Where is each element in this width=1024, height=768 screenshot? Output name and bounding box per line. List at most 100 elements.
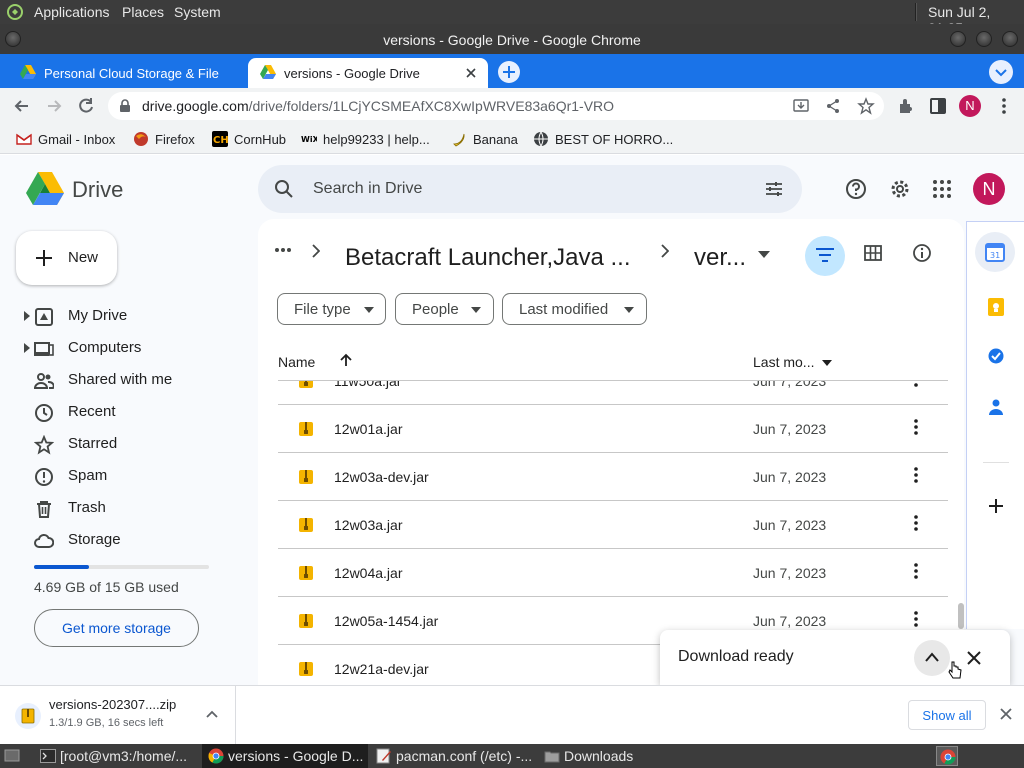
maximize-button[interactable] bbox=[976, 31, 992, 47]
name-column-header[interactable]: Name bbox=[278, 354, 315, 370]
lock-icon[interactable] bbox=[118, 99, 132, 113]
tasks-icon[interactable] bbox=[987, 347, 1005, 365]
profile-avatar[interactable]: N bbox=[959, 95, 981, 117]
apps-grid-icon[interactable] bbox=[932, 179, 952, 199]
taskbar-item-downloads[interactable]: Downloads bbox=[538, 744, 704, 768]
nav-item-spam[interactable]: Spam bbox=[0, 461, 250, 491]
info-icon[interactable] bbox=[912, 243, 932, 263]
distro-logo-icon[interactable] bbox=[6, 3, 24, 21]
more-actions-icon[interactable] bbox=[914, 419, 918, 435]
download-item[interactable]: versions-202307....zip 1.3/1.9 GB, 16 se… bbox=[0, 686, 236, 744]
extensions-icon[interactable] bbox=[896, 96, 916, 116]
more-actions-icon[interactable] bbox=[914, 563, 918, 579]
taskbar-item-text-editor[interactable]: pacman.conf (/etc) -... bbox=[370, 744, 536, 768]
close-toast-icon[interactable] bbox=[966, 650, 982, 666]
back-icon[interactable] bbox=[12, 96, 32, 116]
nav-item-recent[interactable]: Recent bbox=[0, 397, 250, 427]
address-bar[interactable]: drive.google.com/drive/folders/1LCjYCSME… bbox=[108, 92, 884, 120]
file-list-scrollbar[interactable] bbox=[958, 603, 964, 629]
window-title-bar[interactable]: versions - Google Drive - Google Chrome bbox=[0, 24, 1024, 54]
people-filter[interactable]: People bbox=[395, 293, 494, 325]
search-icon[interactable] bbox=[274, 179, 294, 199]
last-modified-filter[interactable]: Last modified bbox=[502, 293, 647, 325]
keep-icon[interactable] bbox=[987, 297, 1005, 317]
zip-file-icon bbox=[15, 703, 41, 729]
file-name: 12w01a.jar bbox=[334, 421, 403, 437]
tab-versions-google-drive[interactable]: versions - Google Drive bbox=[248, 58, 488, 88]
file-row[interactable]: 12w03a.jar Jun 7, 2023 bbox=[278, 501, 948, 549]
calendar-icon[interactable]: 31 bbox=[975, 232, 1015, 272]
close-tab-icon[interactable] bbox=[464, 66, 478, 80]
help-icon[interactable] bbox=[845, 178, 867, 200]
tab-personal-cloud-storage[interactable]: Personal Cloud Storage & File bbox=[8, 58, 246, 88]
nav-item-storage[interactable]: Storage bbox=[0, 525, 250, 555]
chevron-down-icon bbox=[624, 307, 634, 313]
applications-menu[interactable]: Applications bbox=[34, 4, 110, 20]
folder-actions-dropdown-icon[interactable] bbox=[758, 251, 770, 258]
breadcrumb-current-folder[interactable]: ver... bbox=[694, 244, 746, 272]
filter-view-button[interactable] bbox=[805, 236, 845, 276]
drive-search-bar[interactable]: Search in Drive bbox=[258, 165, 802, 213]
file-row[interactable]: 11w50a.jar Jun 7, 2023 bbox=[278, 381, 948, 405]
nav-item-trash[interactable]: Trash bbox=[0, 493, 250, 523]
chevron-down-icon bbox=[471, 307, 481, 313]
minimize-button[interactable] bbox=[950, 31, 966, 47]
install-app-icon[interactable] bbox=[793, 98, 809, 114]
more-actions-icon[interactable] bbox=[914, 515, 918, 531]
tab-title: Personal Cloud Storage & File bbox=[44, 66, 219, 81]
breadcrumb-chevron-icon bbox=[312, 244, 320, 258]
storage-usage-bar bbox=[34, 565, 209, 569]
drive-product-name[interactable]: Drive bbox=[72, 177, 123, 203]
contacts-icon[interactable] bbox=[987, 398, 1005, 416]
nav-item-my-drive[interactable]: My Drive bbox=[0, 301, 250, 331]
more-actions-icon[interactable] bbox=[914, 467, 918, 483]
expand-caret-icon[interactable] bbox=[24, 343, 30, 353]
last-modified-column-header[interactable]: Last mo... bbox=[753, 354, 814, 370]
file-modified-date: Jun 7, 2023 bbox=[753, 381, 827, 389]
bookmark-star-icon[interactable] bbox=[857, 97, 875, 115]
side-panel-icon[interactable] bbox=[928, 96, 948, 116]
google-drive-logo-icon[interactable] bbox=[26, 172, 64, 206]
close-window-button[interactable] bbox=[1002, 31, 1018, 47]
add-addon-plus-icon[interactable] bbox=[987, 497, 1005, 515]
file-modified-date: Jun 7, 2023 bbox=[753, 517, 827, 533]
breadcrumb-parent-folder[interactable]: Betacraft Launcher,Java ... bbox=[345, 244, 631, 272]
file-row[interactable]: 12w01a.jar Jun 7, 2023 bbox=[278, 405, 948, 453]
nav-item-shared-with-me[interactable]: Shared with me bbox=[0, 365, 250, 395]
taskbar-item-chrome[interactable]: versions - Google D... bbox=[202, 744, 368, 768]
file-row[interactable]: 12w03a-dev.jar Jun 7, 2023 bbox=[278, 453, 948, 501]
show-all-downloads-button[interactable]: Show all bbox=[908, 700, 986, 730]
account-avatar[interactable]: N bbox=[973, 173, 1005, 205]
get-more-storage-button[interactable]: Get more storage bbox=[34, 609, 199, 647]
places-menu[interactable]: Places bbox=[122, 4, 164, 20]
expand-toast-button[interactable] bbox=[914, 640, 950, 676]
chevron-down-icon[interactable] bbox=[822, 360, 832, 366]
file-row[interactable]: 12w04a.jar Jun 7, 2023 bbox=[278, 549, 948, 597]
chrome-icon bbox=[208, 748, 224, 764]
new-button[interactable]: New bbox=[16, 231, 117, 285]
share-icon[interactable] bbox=[825, 98, 841, 114]
nav-item-starred[interactable]: Starred bbox=[0, 429, 250, 459]
more-breadcrumbs-icon[interactable] bbox=[274, 247, 292, 253]
settings-gear-icon[interactable] bbox=[889, 178, 911, 200]
grid-view-icon[interactable] bbox=[864, 245, 882, 261]
new-tab-button[interactable] bbox=[497, 60, 521, 84]
reload-icon[interactable] bbox=[76, 96, 96, 116]
more-actions-icon[interactable] bbox=[914, 381, 918, 387]
search-options-icon[interactable] bbox=[764, 179, 784, 199]
desktop-taskbar: [root@vm3:/home/... versions - Google D.… bbox=[0, 744, 1024, 768]
file-type-filter[interactable]: File type bbox=[277, 293, 386, 325]
download-options-chevron-icon[interactable] bbox=[206, 710, 218, 718]
expand-caret-icon[interactable] bbox=[24, 311, 30, 321]
chrome-menu-icon[interactable] bbox=[994, 96, 1014, 116]
forward-icon[interactable] bbox=[44, 96, 64, 116]
tab-search-button[interactable] bbox=[988, 59, 1014, 85]
show-desktop-icon[interactable] bbox=[4, 748, 20, 764]
more-actions-icon[interactable] bbox=[914, 611, 918, 627]
workspace-switcher[interactable] bbox=[936, 746, 958, 766]
system-menu[interactable]: System bbox=[174, 4, 221, 20]
sort-ascending-arrow-icon[interactable] bbox=[340, 353, 352, 367]
nav-item-computers[interactable]: Computers bbox=[0, 333, 250, 363]
taskbar-item-terminal[interactable]: [root@vm3:/home/... bbox=[34, 744, 200, 768]
close-download-shelf-icon[interactable] bbox=[1000, 708, 1012, 720]
